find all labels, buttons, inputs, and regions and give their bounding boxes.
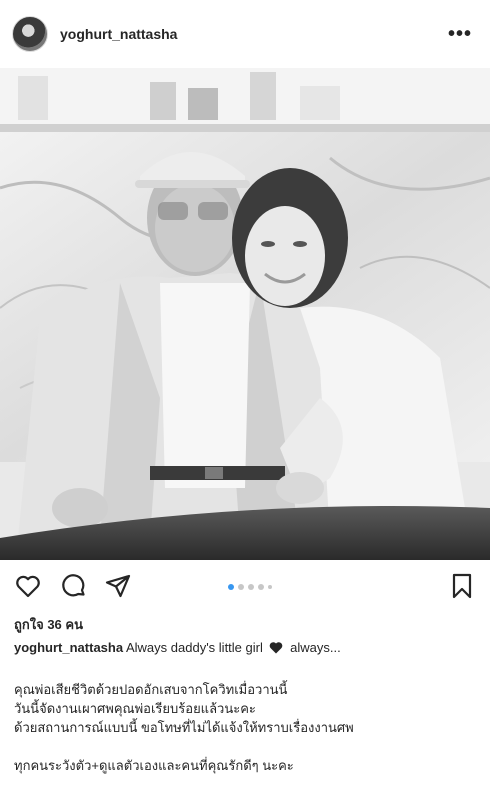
comment-bubble-icon[interactable] [60, 572, 88, 600]
caption-line: ด้วยสถานการณ์แบบนี้ ขอโทษที่ไม่ได้แจ้งให… [14, 720, 354, 735]
carousel-dot [248, 584, 254, 590]
bookmark-icon[interactable] [448, 572, 476, 600]
black-heart-icon [270, 642, 283, 654]
caption-first-line: yoghurt_nattasha Always daddy's little g… [14, 640, 341, 655]
carousel-dot [268, 585, 272, 589]
heart-outline-icon[interactable] [14, 572, 42, 600]
caption-username[interactable]: yoghurt_nattasha [14, 640, 123, 655]
carousel-dot [258, 584, 264, 590]
caption-line-blank [14, 737, 484, 756]
more-options-icon[interactable]: ••• [448, 23, 472, 46]
paper-plane-icon[interactable] [104, 572, 132, 600]
caption-text-more[interactable]: always... [290, 640, 341, 655]
carousel-dot [228, 584, 234, 590]
likes-count[interactable]: ถูกใจ 36 คน [14, 614, 83, 635]
action-bar [0, 568, 490, 608]
avatar[interactable] [12, 16, 48, 52]
caption-line: คุณพ่อเสียชีวิตด้วยปอดอักเสบจากโควิทเมื่… [14, 682, 288, 697]
caption-line: ทุกคนระวังตัว+ดูแลตัวเองและคนที่คุณรักดี… [14, 758, 294, 773]
caption-text: Always daddy's little girl [125, 640, 263, 655]
post-username[interactable]: yoghurt_nattasha [60, 26, 448, 42]
photo-illustration [0, 68, 490, 560]
carousel-dot [238, 584, 244, 590]
caption-line: วันนี้จัดงานเผาศพคุณพ่อเรียบร้อยแล้วนะคะ [14, 701, 256, 716]
caption-body: คุณพ่อเสียชีวิตด้วยปอดอักเสบจากโควิทเมื่… [14, 680, 484, 775]
carousel-indicator [228, 584, 272, 590]
post-header: yoghurt_nattasha ••• [0, 0, 490, 68]
post-photo[interactable] [0, 68, 490, 560]
